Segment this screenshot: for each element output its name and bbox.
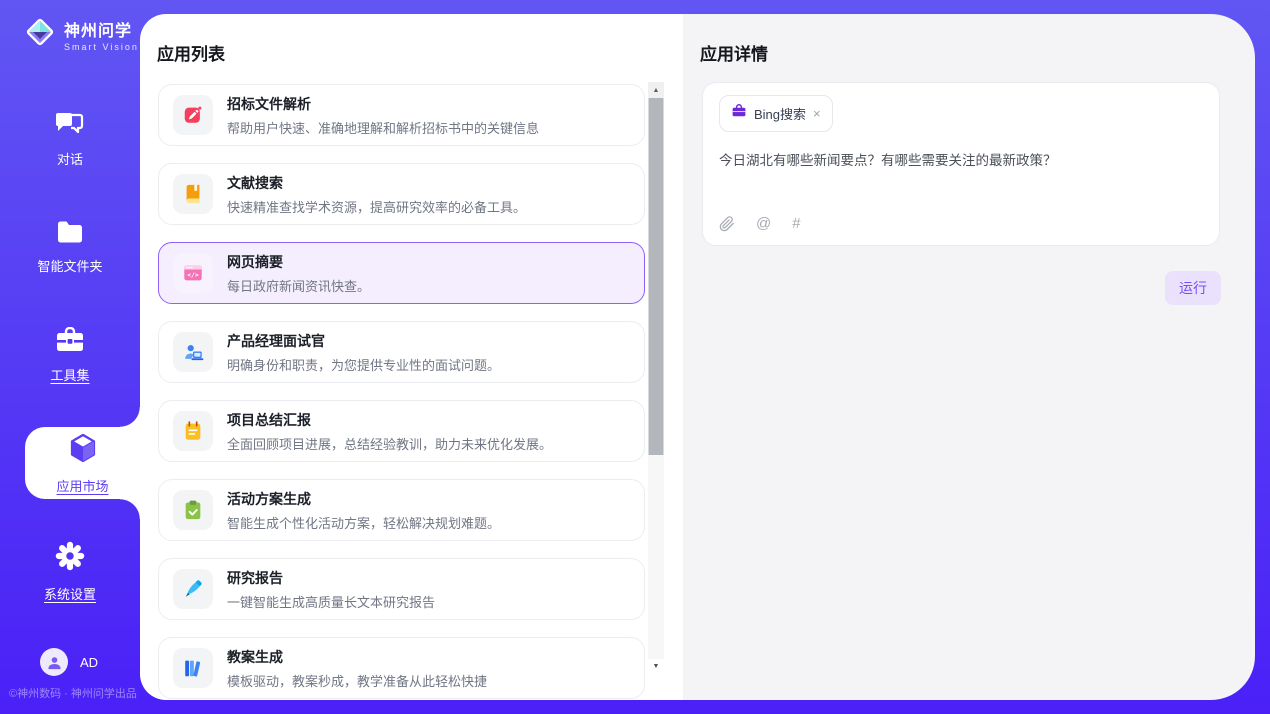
clipboard-icon (182, 499, 204, 521)
sidebar: 神州问学 Smart Vision 对话 智能文件夹 工具集 应用市场 系统设置… (0, 0, 140, 714)
sidebar-item-folders[interactable]: 智能文件夹 (0, 211, 140, 283)
toolbox-icon (55, 327, 85, 358)
app-card[interactable]: </> 网页摘要 每日政府新闻资讯快查。 (158, 242, 645, 304)
app-card[interactable]: 文献搜索 快速精准查找学术资源，提高研究效率的必备工具。 (158, 163, 645, 225)
avatar (40, 648, 68, 676)
app-card[interactable]: 产品经理面试官 明确身份和职责，为您提供专业性的面试问题。 (158, 321, 645, 383)
hashtag-icon[interactable]: # (792, 215, 800, 232)
chat-icon (55, 111, 85, 142)
brand-diamond-icon (24, 16, 56, 53)
notepad-icon (182, 420, 204, 442)
brand-name: 神州问学 (64, 17, 139, 41)
user-name: AD (80, 655, 98, 670)
run-button[interactable]: 运行 (1165, 271, 1221, 305)
app-card[interactable]: 项目总结汇报 全面回顾项目进展，总结经验教训，助力未来优化发展。 (158, 400, 645, 462)
app-list-title: 应用列表 (157, 40, 225, 65)
app-card[interactable]: 招标文件解析 帮助用户快速、准确地理解和解析招标书中的关键信息 (158, 84, 645, 146)
app-card[interactable]: 活动方案生成 智能生成个性化活动方案，轻松解决规划难题。 (158, 479, 645, 541)
gear-icon (54, 540, 86, 577)
attach-toolbar: @ # (719, 215, 801, 232)
user-row[interactable]: AD (40, 648, 98, 676)
paperclip-icon[interactable] (719, 216, 735, 232)
scrollbar-track[interactable] (648, 455, 664, 659)
book-icon (182, 183, 204, 205)
sidebar-item-chat[interactable]: 对话 (0, 103, 140, 175)
books-icon (182, 657, 204, 679)
chip-close-icon[interactable]: × (813, 107, 821, 120)
interviewer-icon (182, 341, 204, 363)
scrollbar-up-button[interactable]: ▲ (648, 82, 664, 98)
app-detail-title: 应用详情 (700, 40, 768, 65)
browser-icon: </> (182, 262, 204, 284)
bid-doc-icon (182, 104, 204, 126)
copyright-footer: ©神州数码 · 神州问学出品 (9, 685, 137, 701)
brand-logo: 神州问学 Smart Vision (24, 16, 139, 53)
mention-icon[interactable]: @ (756, 215, 771, 232)
folder-icon (56, 220, 84, 249)
cube-icon (67, 432, 99, 469)
app-card[interactable]: 教案生成 模板驱动，教案秒成，教学准备从此轻松快捷 (158, 637, 645, 699)
sidebar-item-market[interactable]: 应用市场 (25, 427, 140, 499)
pen-icon (182, 578, 204, 600)
sidebar-item-tools[interactable]: 工具集 (0, 319, 140, 391)
app-card[interactable]: 研究报告 一键智能生成高质量长文本研究报告 (158, 558, 645, 620)
query-card: Bing搜索 × 今日湖北有哪些新闻要点？有哪些需要关注的最新政策？ @ # (702, 82, 1220, 246)
app-detail-panel: 应用详情 Bing搜索 × 今日湖北有哪些新闻要点？有哪些需要关注的最新政策？ … (683, 14, 1255, 700)
sidebar-item-settings[interactable]: 系统设置 (0, 535, 140, 607)
app-list: 招标文件解析 帮助用户快速、准确地理解和解析招标书中的关键信息 文献搜索 快速精… (158, 84, 645, 700)
briefcase-icon (731, 103, 747, 124)
svg-text:</>: </> (187, 271, 199, 279)
query-input[interactable]: 今日湖北有哪些新闻要点？有哪些需要关注的最新政策？ (719, 149, 1199, 169)
app-list-panel: 应用列表 招标文件解析 帮助用户快速、准确地理解和解析招标书中的关键信息 文献搜… (140, 14, 683, 700)
scrollbar-thumb[interactable] (648, 98, 664, 455)
brand-subtitle: Smart Vision (64, 42, 139, 52)
tool-chip-label: Bing搜索 (754, 104, 806, 123)
tool-chip-bing-search[interactable]: Bing搜索 × (719, 95, 833, 132)
scrollbar-down-button[interactable]: ▼ (648, 659, 664, 673)
